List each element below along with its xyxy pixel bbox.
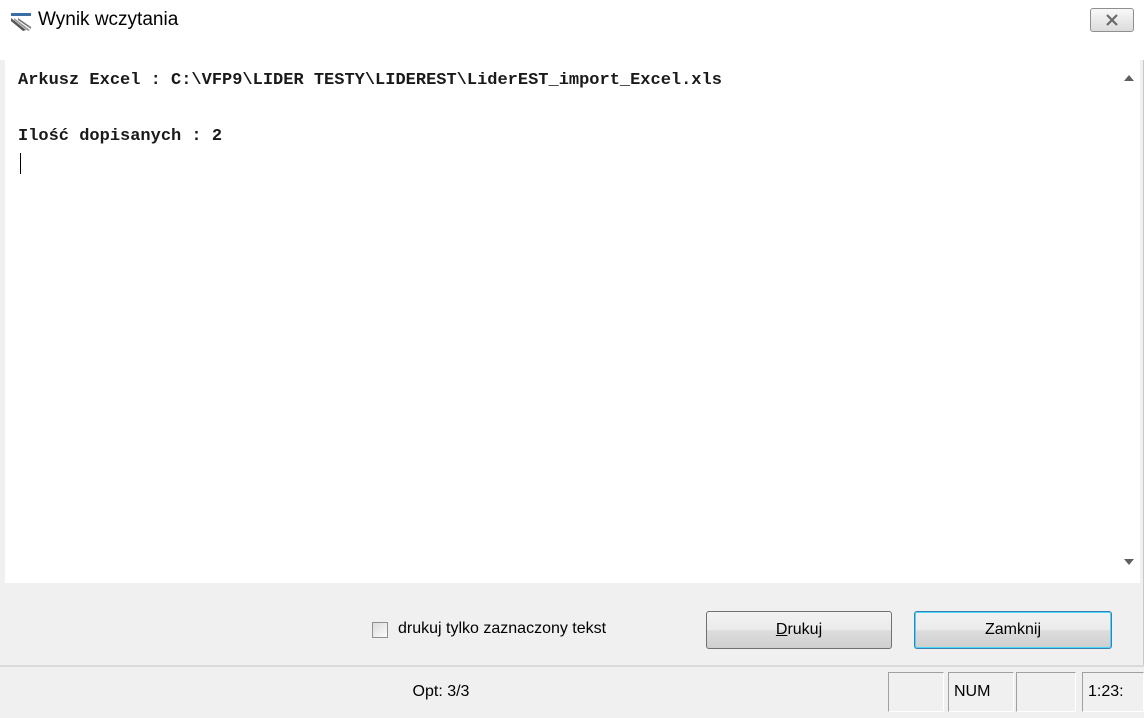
- dialog-window: Wynik wczytania Arkusz Excel : C:\VFP9\L…: [0, 0, 1144, 665]
- status-bar: Opt: 3/3 NUM 1:23:: [0, 665, 1144, 718]
- print-button-label: rukuj: [787, 621, 823, 638]
- close-icon: [1106, 14, 1118, 26]
- print-selected-label: drukuj tylko zaznaczony tekst: [398, 620, 607, 637]
- scroll-down-arrow-icon[interactable]: [1124, 559, 1134, 565]
- textarea-top: [0, 40, 1144, 60]
- status-cell-num: NUM: [948, 672, 1014, 712]
- status-cell-1: [888, 672, 944, 712]
- status-cell-3: [1016, 672, 1076, 712]
- text-caret: [20, 153, 21, 174]
- result-text: Arkusz Excel : C:\VFP9\LIDER TESTY\LIDER…: [18, 67, 722, 151]
- close-button[interactable]: Zamknij: [914, 611, 1112, 649]
- result-line-count: Ilość dopisanych : 2: [18, 127, 223, 146]
- vertical-scrollbar[interactable]: [1118, 60, 1140, 583]
- status-cell-time: 1:23:: [1082, 672, 1144, 712]
- print-selected-checkbox[interactable]: [372, 622, 388, 638]
- scroll-up-arrow-icon[interactable]: [1124, 75, 1134, 81]
- close-window-button[interactable]: [1090, 8, 1134, 32]
- title-bar: Wynik wczytania: [0, 0, 1144, 40]
- print-button[interactable]: Drukuj: [706, 611, 892, 649]
- window-title: Wynik wczytania: [38, 9, 179, 30]
- status-main-text: Opt: 3/3: [412, 683, 470, 700]
- result-line-path: Arkusz Excel : C:\VFP9\LIDER TESTY\LIDER…: [18, 71, 722, 90]
- print-button-mnemonic: D: [775, 621, 788, 638]
- app-icon: [10, 10, 32, 32]
